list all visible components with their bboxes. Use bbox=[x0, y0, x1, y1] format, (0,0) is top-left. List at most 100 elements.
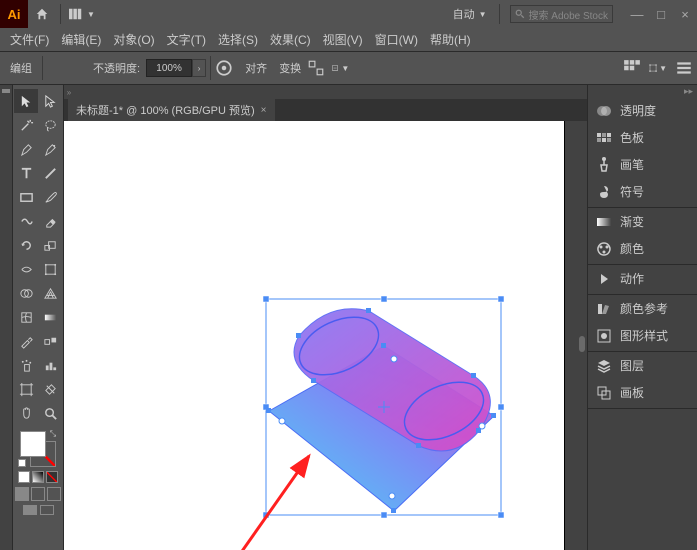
menu-object[interactable]: 对象(O) bbox=[107, 29, 160, 50]
app-logo: Ai bbox=[0, 0, 28, 28]
transform-link[interactable]: 变换 bbox=[273, 60, 307, 76]
brushes-icon bbox=[596, 157, 612, 173]
selection-tool[interactable] bbox=[14, 89, 38, 113]
panel-gradient[interactable]: 渐变 bbox=[588, 208, 697, 235]
menubar: 文件(F) 编辑(E) 对象(O) 文字(T) 选择(S) 效果(C) 视图(V… bbox=[0, 28, 697, 51]
hand-tool[interactable] bbox=[14, 401, 38, 425]
paintbrush-tool[interactable] bbox=[38, 185, 62, 209]
opacity-stepper[interactable]: › bbox=[192, 59, 206, 77]
column-graph-tool[interactable] bbox=[38, 353, 62, 377]
scale-tool[interactable] bbox=[38, 233, 62, 257]
artboards-icon bbox=[596, 385, 612, 401]
screen-mode-alt-button[interactable] bbox=[40, 505, 54, 515]
maximize-button[interactable]: □ bbox=[649, 4, 673, 24]
slice-tool[interactable] bbox=[38, 377, 62, 401]
close-tab-icon[interactable]: × bbox=[261, 105, 267, 116]
layers-icon bbox=[596, 358, 612, 374]
arrange-documents-button[interactable]: ▼ bbox=[65, 4, 99, 24]
fill-stroke-control[interactable]: ⤡ bbox=[18, 429, 58, 469]
menu-help[interactable]: 帮助(H) bbox=[424, 29, 477, 50]
curvature-tool[interactable] bbox=[38, 137, 62, 161]
panel-actions[interactable]: 动作 bbox=[588, 265, 697, 292]
search-stock-input[interactable]: 搜索 Adobe Stock bbox=[510, 5, 613, 23]
workspace-label: 自动 bbox=[453, 6, 475, 22]
actions-icon bbox=[596, 271, 612, 287]
panel-symbols[interactable]: 符号 bbox=[588, 178, 697, 205]
menu-select[interactable]: 选择(S) bbox=[212, 29, 264, 50]
search-placeholder: 搜索 Adobe Stock bbox=[529, 7, 608, 22]
edit-contents-button[interactable]: ▼ bbox=[331, 59, 349, 77]
menu-window[interactable]: 窗口(W) bbox=[369, 29, 424, 50]
artboard-tool[interactable] bbox=[14, 377, 38, 401]
minimize-button[interactable]: — bbox=[625, 4, 649, 24]
zoom-tool[interactable] bbox=[38, 401, 62, 425]
gradient-tool[interactable] bbox=[38, 305, 62, 329]
symbols-icon bbox=[596, 184, 612, 200]
transform-panel-button[interactable]: ▼ bbox=[649, 59, 667, 77]
pen-tool[interactable] bbox=[14, 137, 38, 161]
blend-tool[interactable] bbox=[38, 329, 62, 353]
swatches-icon bbox=[596, 130, 612, 146]
default-fill-stroke-icon[interactable] bbox=[18, 459, 28, 469]
panel-color[interactable]: 颜色 bbox=[588, 235, 697, 262]
graphicstyles-icon bbox=[596, 328, 612, 344]
symbol-sprayer-tool[interactable] bbox=[14, 353, 38, 377]
color-icon bbox=[596, 241, 612, 257]
panel-layers[interactable]: 图层 bbox=[588, 352, 697, 379]
selection-type-label: 编组 bbox=[4, 60, 38, 76]
panel-brushes[interactable]: 画笔 bbox=[588, 151, 697, 178]
canvas[interactable] bbox=[64, 121, 587, 550]
perspective-grid-tool[interactable] bbox=[38, 281, 62, 305]
shape-builder-tool[interactable] bbox=[14, 281, 38, 305]
draw-inside-button[interactable] bbox=[47, 487, 61, 501]
width-tool[interactable] bbox=[14, 257, 38, 281]
vertical-scrollbar[interactable] bbox=[579, 336, 585, 352]
workspace-switcher[interactable]: 自动 ▼ bbox=[445, 4, 495, 24]
type-tool[interactable] bbox=[14, 161, 38, 185]
rectangle-tool[interactable] bbox=[14, 185, 38, 209]
isolate-button[interactable] bbox=[307, 59, 325, 77]
align-grid-button[interactable] bbox=[623, 59, 641, 77]
color-mode-button[interactable] bbox=[18, 471, 30, 483]
collapse-dock-button[interactable]: ▸▸ bbox=[588, 85, 697, 97]
screen-mode-button[interactable] bbox=[23, 505, 37, 515]
panel-graphic-styles[interactable]: 图形样式 bbox=[588, 322, 697, 349]
draw-normal-button[interactable] bbox=[15, 487, 29, 501]
swap-fill-stroke-icon[interactable]: ⤡ bbox=[48, 429, 58, 439]
annotation-arrow bbox=[194, 441, 334, 550]
fill-swatch[interactable] bbox=[20, 431, 46, 457]
free-transform-tool[interactable] bbox=[38, 257, 62, 281]
opacity-label: 不透明度: bbox=[87, 60, 146, 76]
panel-transparency[interactable]: 透明度 bbox=[588, 97, 697, 124]
gradient-mode-button[interactable] bbox=[32, 471, 44, 483]
menu-edit[interactable]: 编辑(E) bbox=[55, 29, 107, 50]
align-link[interactable]: 对齐 bbox=[239, 60, 273, 76]
opacity-input[interactable]: 100% bbox=[146, 59, 192, 77]
panel-color-guide[interactable]: 颜色参考 bbox=[588, 295, 697, 322]
document-tab[interactable]: 未标题-1* @ 100% (RGB/GPU 预览) × bbox=[68, 99, 275, 121]
draw-behind-button[interactable] bbox=[31, 487, 45, 501]
menu-type[interactable]: 文字(T) bbox=[161, 29, 212, 50]
rotate-tool[interactable] bbox=[14, 233, 38, 257]
direct-selection-tool[interactable] bbox=[38, 89, 62, 113]
gradient-icon bbox=[596, 214, 612, 230]
close-button[interactable]: × bbox=[673, 4, 697, 24]
doc-tabstrip-expander-icon[interactable]: » bbox=[64, 85, 74, 99]
none-mode-button[interactable] bbox=[46, 471, 58, 483]
style-button[interactable] bbox=[215, 59, 233, 77]
menu-file[interactable]: 文件(F) bbox=[4, 29, 55, 50]
control-menu-button[interactable] bbox=[675, 59, 693, 77]
shaper-tool[interactable] bbox=[14, 209, 38, 233]
mesh-tool[interactable] bbox=[14, 305, 38, 329]
magic-wand-tool[interactable] bbox=[14, 113, 38, 137]
eraser-tool[interactable] bbox=[38, 209, 62, 233]
menu-effect[interactable]: 效果(C) bbox=[264, 29, 317, 50]
line-segment-tool[interactable] bbox=[38, 161, 62, 185]
panel-swatches[interactable]: 色板 bbox=[588, 124, 697, 151]
menu-view[interactable]: 视图(V) bbox=[317, 29, 369, 50]
lasso-tool[interactable] bbox=[38, 113, 62, 137]
home-button[interactable] bbox=[28, 0, 56, 28]
eyedropper-tool[interactable] bbox=[14, 329, 38, 353]
panel-artboards[interactable]: 画板 bbox=[588, 379, 697, 406]
left-dock-tabstrip[interactable] bbox=[0, 85, 13, 550]
